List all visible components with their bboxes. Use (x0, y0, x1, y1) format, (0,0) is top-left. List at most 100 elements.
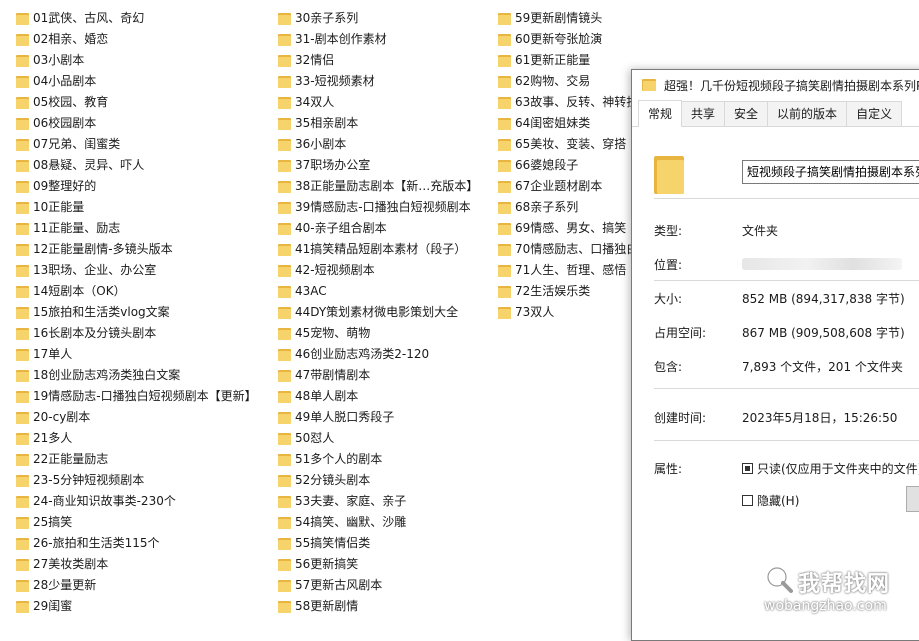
hidden-checkbox[interactable]: 隐藏(H) (742, 492, 799, 509)
folder-item[interactable]: 57更新古风剧本 (278, 575, 478, 596)
folder-item[interactable]: 51多个人的剧本 (278, 449, 478, 470)
folder-item[interactable]: 38正能量励志剧本【新…充版本】 (278, 176, 478, 197)
dialog-title: 超强！几千份短视频段子搞笑剧情拍摄剧本系列P (664, 78, 919, 93)
folder-item[interactable]: 08悬疑、灵异、吓人 (16, 155, 257, 176)
folder-item[interactable]: 44DY策划素材微电影策划大全 (278, 302, 478, 323)
folder-icon (16, 54, 29, 67)
folder-icon (278, 558, 291, 571)
folder-item[interactable]: 13职场、企业、办公室 (16, 260, 257, 281)
folder-item[interactable]: 39情感励志-口播独白短视频剧本 (278, 197, 478, 218)
folder-item[interactable]: 52分镜头剧本 (278, 470, 478, 491)
folder-item[interactable]: 66婆媳段子 (498, 155, 638, 176)
folder-label: 03小剧本 (33, 53, 85, 67)
folder-item[interactable]: 33-短视频素材 (278, 71, 478, 92)
watermark-url: wobangzhao.com (764, 598, 887, 614)
folder-item[interactable]: 17单人 (16, 344, 257, 365)
folder-icon (642, 79, 656, 91)
tab-sharing[interactable]: 共享 (681, 101, 726, 126)
folder-item[interactable]: 27美妆类剧本 (16, 554, 257, 575)
folder-item[interactable]: 15旅拍和生活类vlog文案 (16, 302, 257, 323)
folder-item[interactable]: 65美妆、变装、穿搭 (498, 134, 638, 155)
folder-item[interactable]: 05校园、教育 (16, 92, 257, 113)
folder-item[interactable]: 69情感、男女、搞笑 (498, 218, 638, 239)
folder-label: 70情感励志、口播独白 (515, 242, 639, 256)
folder-item[interactable]: 70情感励志、口播独白 (498, 239, 638, 260)
folder-label: 59更新剧情镜头 (515, 11, 603, 25)
folder-icon (498, 117, 511, 130)
folder-icon (16, 558, 29, 571)
folder-item[interactable]: 21多人 (16, 428, 257, 449)
folder-item[interactable]: 18创业励志鸡汤类独白文案 (16, 365, 257, 386)
folder-item[interactable]: 03小剧本 (16, 50, 257, 71)
folder-item[interactable]: 20-cy剧本 (16, 407, 257, 428)
folder-item[interactable]: 43AC (278, 281, 478, 302)
folder-item[interactable]: 14短剧本（OK） (16, 281, 257, 302)
folder-item[interactable]: 56更新搞笑 (278, 554, 478, 575)
folder-item[interactable]: 73双人 (498, 302, 638, 323)
tab-previous-versions[interactable]: 以前的版本 (767, 101, 848, 126)
tab-general[interactable]: 常规 (638, 100, 683, 127)
folder-item[interactable]: 09整理好的 (16, 176, 257, 197)
folder-item[interactable]: 35相亲剧本 (278, 113, 478, 134)
folder-item[interactable]: 31-剧本创作素材 (278, 29, 478, 50)
advanced-button[interactable] (906, 486, 919, 512)
hidden-check-box[interactable] (742, 495, 753, 506)
folder-item[interactable]: 45宠物、萌物 (278, 323, 478, 344)
folder-item[interactable]: 48单人剧本 (278, 386, 478, 407)
folder-item[interactable]: 61更新正能量 (498, 50, 638, 71)
folder-item[interactable]: 10正能量 (16, 197, 257, 218)
folder-item[interactable]: 24-商业知识故事类-230个 (16, 491, 257, 512)
folder-item[interactable]: 63故事、反转、神转折 (498, 92, 638, 113)
folder-item[interactable]: 71人生、哲理、感悟 (498, 260, 638, 281)
folder-item[interactable]: 01武侠、古风、奇幻 (16, 8, 257, 29)
folder-item[interactable]: 47带剧情剧本 (278, 365, 478, 386)
folder-icon (16, 201, 29, 214)
folder-item[interactable]: 54搞笑、幽默、沙雕 (278, 512, 478, 533)
folder-item[interactable]: 29闺蜜 (16, 596, 257, 617)
folder-item[interactable]: 42-短视频剧本 (278, 260, 478, 281)
folder-item[interactable]: 06校园剧本 (16, 113, 257, 134)
folder-item[interactable]: 30亲子系列 (278, 8, 478, 29)
folder-item[interactable]: 36小剧本 (278, 134, 478, 155)
folder-item[interactable]: 40-亲子组合剧本 (278, 218, 478, 239)
folder-item[interactable]: 59更新剧情镜头 (498, 8, 638, 29)
readonly-checkbox[interactable]: 只读(仅应用于文件夹中的文件) (742, 460, 919, 477)
tab-security[interactable]: 安全 (724, 101, 769, 126)
folder-item[interactable]: 02相亲、婚恋 (16, 29, 257, 50)
folder-item[interactable]: 50怼人 (278, 428, 478, 449)
folder-item[interactable]: 32情侣 (278, 50, 478, 71)
folder-item[interactable]: 60更新夸张尬演 (498, 29, 638, 50)
folder-label: 17单人 (33, 347, 73, 361)
folder-label: 50怼人 (295, 431, 335, 445)
folder-name-field[interactable] (742, 160, 919, 184)
readonly-check-box[interactable] (742, 463, 753, 474)
folder-item[interactable]: 28少量更新 (16, 575, 257, 596)
folder-item[interactable]: 46创业励志鸡汤类2-120 (278, 344, 478, 365)
folder-item[interactable]: 62购物、交易 (498, 71, 638, 92)
folder-item[interactable]: 25搞笑 (16, 512, 257, 533)
folder-item[interactable]: 12正能量剧情-多镜头版本 (16, 239, 257, 260)
folder-item[interactable]: 58更新剧情 (278, 596, 478, 617)
folder-item[interactable]: 07兄弟、闺蜜类 (16, 134, 257, 155)
folder-item[interactable]: 22正能量励志 (16, 449, 257, 470)
tab-customize[interactable]: 自定义 (846, 101, 903, 126)
folder-icon (16, 75, 29, 88)
folder-icon (16, 327, 29, 340)
folder-item[interactable]: 72生活娱乐类 (498, 281, 638, 302)
folder-item[interactable]: 41搞笑精品短剧本素材（段子） (278, 239, 478, 260)
folder-item[interactable]: 68亲子系列 (498, 197, 638, 218)
folder-item[interactable]: 64闺密姐妹类 (498, 113, 638, 134)
folder-item[interactable]: 67企业题材剧本 (498, 176, 638, 197)
folder-item[interactable]: 19情感励志-口播独白短视频剧本【更新】 (16, 386, 257, 407)
folder-item[interactable]: 53夫妻、家庭、亲子 (278, 491, 478, 512)
folder-item[interactable]: 55搞笑情侣类 (278, 533, 478, 554)
folder-item[interactable]: 34双人 (278, 92, 478, 113)
folder-item[interactable]: 11正能量、励志 (16, 218, 257, 239)
folder-item[interactable]: 37职场办公室 (278, 155, 478, 176)
folder-item[interactable]: 16长剧本及分镜头剧本 (16, 323, 257, 344)
folder-item[interactable]: 26-旅拍和生活类115个 (16, 533, 257, 554)
folder-item[interactable]: 23-5分钟短视频剧本 (16, 470, 257, 491)
folder-label: 42-短视频剧本 (295, 263, 375, 277)
folder-item[interactable]: 49单人脱口秀段子 (278, 407, 478, 428)
folder-item[interactable]: 04小品剧本 (16, 71, 257, 92)
